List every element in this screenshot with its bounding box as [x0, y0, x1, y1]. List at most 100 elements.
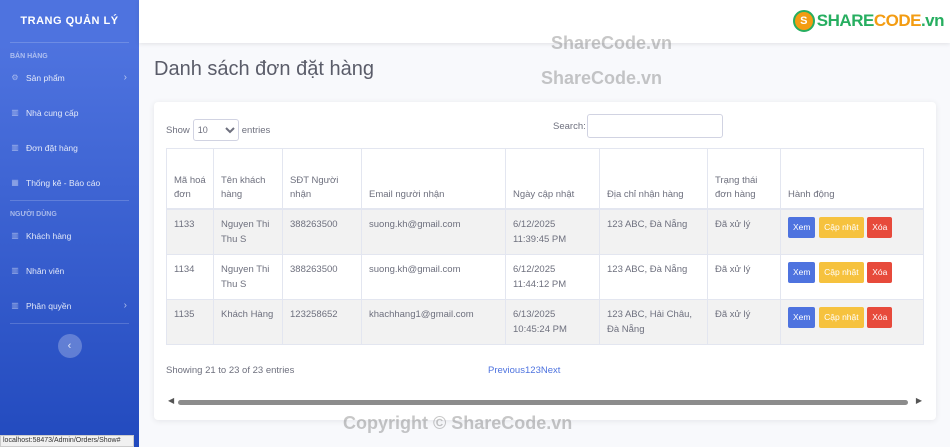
horizontal-scrollbar[interactable]: ◀ ▶: [168, 396, 922, 406]
sidebar-item-orders[interactable]: ▥ Đơn đặt hàng: [0, 130, 139, 165]
cell-email: suong.kh@gmail.com: [361, 253, 506, 300]
page-title: Danh sách đơn đặt hàng: [154, 58, 374, 80]
logo-text-suffix: .vn: [920, 11, 945, 30]
table-row: 1133 Nguyen Thi Thu S 388263500 suong.kh…: [166, 208, 924, 255]
cell-actions: Xem Cập nhật Xóa: [780, 253, 924, 300]
cell-phone: 388263500: [282, 253, 362, 300]
cell-order-id: 1135: [166, 298, 214, 345]
watermark: ShareCode.vn: [551, 33, 673, 53]
cell-status: Đã xử lý: [707, 253, 781, 300]
sidebar: TRANG QUẢN LÝ BÁN HÀNG ⚙ Sản phẩm › ▥ Nh…: [0, 0, 139, 447]
column-header[interactable]: Ngày cập nhật: [505, 148, 600, 210]
table-row: 1135 Khách Hàng 123258652 khachhang1@gma…: [166, 298, 924, 345]
logo-text-share: SHARE: [816, 11, 875, 30]
delete-button[interactable]: Xóa: [867, 216, 893, 238]
sidebar-item-label: Khách hàng: [26, 230, 72, 241]
chart-icon: ▥: [11, 231, 19, 240]
update-button[interactable]: Cập nhật: [819, 306, 864, 328]
cell-email: suong.kh@gmail.com: [361, 208, 506, 255]
table-icon: ▦: [11, 178, 19, 187]
cell-phone: 388263500: [282, 208, 362, 255]
orders-card: Show 10 entries Search: Mã hoá đơn Tên k…: [154, 102, 936, 420]
watermark: ShareCode.vn: [541, 68, 663, 88]
table-controls: Show 10 entries Search:: [166, 114, 924, 141]
cell-address: 123 ABC, Đà Nẵng: [599, 208, 708, 255]
chart-icon: ▥: [11, 143, 19, 152]
update-button[interactable]: Cập nhật: [819, 216, 864, 238]
orders-table: Mã hoá đơn Tên khách hàng SĐT Người nhận…: [166, 148, 924, 345]
sidebar-heading-sales: BÁN HÀNG: [10, 53, 48, 60]
table-info: Showing 21 to 23 of 23 entries: [166, 365, 295, 376]
cell-customer-name: Khách Hàng: [213, 298, 283, 345]
sidebar-item-suppliers[interactable]: ▥ Nhà cung cấp: [0, 95, 139, 130]
chevron-right-icon: ›: [123, 72, 127, 83]
sidebar-item-staff[interactable]: ▥ Nhân viên: [0, 253, 139, 288]
table-row: 1134 Nguyen Thi Thu S 388263500 suong.kh…: [166, 253, 924, 300]
topbar: S SHARECODE.vn: [139, 0, 950, 43]
scroll-right-icon[interactable]: ▶: [916, 396, 922, 405]
cell-phone: 123258652: [282, 298, 362, 345]
watermark: Copyright © ShareCode.vn: [343, 413, 573, 433]
column-header[interactable]: Địa chỉ nhận hàng: [599, 148, 708, 210]
search-input[interactable]: [586, 114, 723, 138]
logo-mark-icon: S: [792, 10, 815, 32]
show-label: Show: [166, 124, 190, 136]
column-header[interactable]: SĐT Người nhận: [282, 148, 362, 210]
cell-status: Đã xử lý: [707, 208, 781, 255]
sidebar-item-products[interactable]: ⚙ Sản phẩm ›: [0, 60, 139, 95]
sidebar-item-label: Nhà cung cấp: [26, 107, 79, 118]
scrollbar-thumb[interactable]: [178, 400, 908, 405]
logo-text-code: CODE: [873, 11, 922, 30]
sidebar-item-customers[interactable]: ▥ Khách hàng: [0, 218, 139, 253]
sidebar-item-label: Thống kê - Báo cáo: [26, 177, 101, 188]
search-control: Search:: [553, 114, 723, 138]
column-header[interactable]: Mã hoá đơn: [166, 148, 214, 210]
cell-customer-name: Nguyen Thi Thu S: [213, 253, 283, 300]
column-header[interactable]: Trạng thái đơn hàng: [707, 148, 781, 210]
view-button[interactable]: Xem: [788, 261, 816, 283]
cell-actions: Xem Cập nhật Xóa: [780, 298, 924, 345]
sidebar-brand[interactable]: TRANG QUẢN LÝ: [0, 0, 139, 42]
column-header[interactable]: Hành động: [780, 148, 924, 210]
chart-icon: ▥: [11, 108, 19, 117]
cell-status: Đã xử lý: [707, 298, 781, 345]
pagination: Previous 1 2 3 Next: [488, 365, 560, 376]
view-button[interactable]: Xem: [788, 306, 816, 328]
pagination-next[interactable]: Next: [541, 365, 561, 376]
cell-customer-name: Nguyen Thi Thu S: [213, 208, 283, 255]
sidebar-item-reports[interactable]: ▦ Thống kê - Báo cáo: [0, 165, 139, 200]
scroll-left-icon[interactable]: ◀: [168, 396, 174, 405]
cell-updated-date: 6/13/2025 10:45:24 PM: [505, 298, 600, 345]
table-header-row: Mã hoá đơn Tên khách hàng SĐT Người nhận…: [166, 148, 924, 210]
cell-updated-date: 6/12/2025 11:44:12 PM: [505, 253, 600, 300]
sidebar-item-permissions[interactable]: ▥ Phân quyền ›: [0, 288, 139, 323]
sidebar-toggle-button[interactable]: ‹: [57, 334, 82, 358]
column-header[interactable]: Email người nhận: [361, 148, 506, 210]
cell-order-id: 1133: [166, 208, 214, 255]
cell-actions: Xem Cập nhật Xóa: [780, 208, 924, 255]
status-bar-url: localhost:58473/Admin/Orders/Show#: [0, 435, 134, 447]
update-button[interactable]: Cập nhật: [819, 261, 864, 283]
page-size-select[interactable]: 10: [192, 119, 239, 141]
search-label: Search:: [553, 120, 586, 132]
sidebar-item-label: Nhân viên: [26, 265, 65, 276]
column-header[interactable]: Tên khách hàng: [213, 148, 283, 210]
chart-icon: ▥: [11, 266, 19, 275]
sidebar-divider: [10, 323, 129, 324]
view-button[interactable]: Xem: [788, 216, 816, 238]
pagination-previous[interactable]: Previous: [488, 365, 525, 376]
sidebar-item-label: Đơn đặt hàng: [26, 142, 78, 153]
sidebar-item-label: Phân quyền: [26, 300, 72, 311]
delete-button[interactable]: Xóa: [867, 261, 893, 283]
cell-email: khachhang1@gmail.com: [361, 298, 506, 345]
chevron-right-icon: ›: [123, 300, 127, 311]
cell-updated-date: 6/12/2025 11:39:45 PM: [505, 208, 600, 255]
sidebar-item-label: Sản phẩm: [26, 72, 65, 83]
logo-text: SHARECODE.vn: [816, 11, 945, 31]
cell-address: 123 ABC, Hải Châu, Đà Nẵng: [599, 298, 708, 345]
entries-label: entries: [241, 124, 271, 136]
sharecode-logo: S SHARECODE.vn: [792, 10, 945, 32]
cell-address: 123 ABC, Đà Nẵng: [599, 253, 708, 300]
gear-icon: ⚙: [11, 73, 19, 82]
delete-button[interactable]: Xóa: [867, 306, 893, 328]
